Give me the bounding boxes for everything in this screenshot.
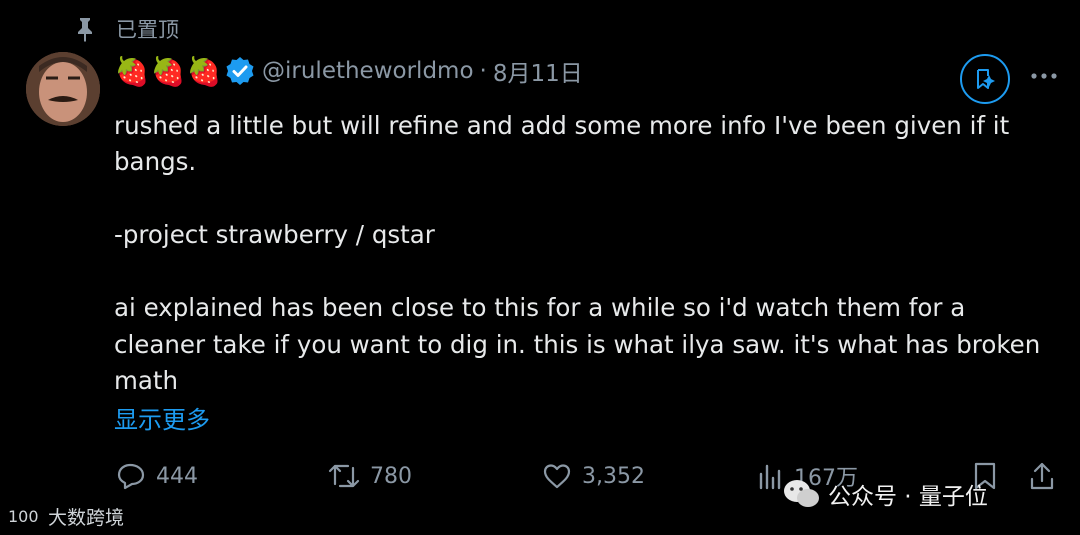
strawberry-emoji: 🍓 [150,54,186,88]
tweet-text-line: ai explained has been close to this for … [114,293,966,322]
tweet-text-line: cleaner take if you want to dig in. this… [114,330,1041,359]
pinned-label: 已置顶 [116,18,179,42]
grok-icon [977,69,995,89]
watermark-right: 公众号 · 量子位 [782,474,988,514]
reply-button[interactable]: 444 [116,458,198,494]
share-icon [1030,462,1054,490]
watermark-right-text: 公众号 · 量子位 [828,484,988,510]
share-button[interactable] [1028,458,1056,494]
avatar[interactable] [26,52,100,126]
more-icon [1031,73,1057,79]
views-icon [759,464,781,490]
tweet-text-line: rushed a little but will refine and add … [114,111,1010,140]
show-more-link[interactable]: 显示更多 [114,400,210,435]
watermark-logo-icon: 100 [8,507,39,526]
strawberry-emoji: 🍓 [114,54,150,88]
retweet-icon [328,464,360,488]
tweet-date[interactable]: 8月11日 [493,54,583,88]
more-options-button[interactable] [1028,60,1060,92]
grok-button[interactable] [960,54,1010,104]
svg-text:100: 100 [8,507,39,526]
wechat-icon [784,480,819,507]
tweet-text-line: math [114,366,179,395]
like-count: 3,352 [582,463,645,489]
separator-dot: · [479,58,487,84]
retweet-button[interactable]: 780 [328,458,412,494]
tweet-text-line: bangs. [114,147,197,176]
tweet-header: 🍓 🍓 🍓 @iruletheworldmo · 8月11日 [114,52,583,90]
reply-count: 444 [156,463,198,489]
like-button[interactable]: 3,352 [542,458,645,494]
strawberry-emoji: 🍓 [186,54,222,88]
user-handle[interactable]: @iruletheworldmo [262,58,474,84]
verified-badge-icon [224,55,256,87]
pinned-indicator: 已置顶 [72,14,179,44]
heart-icon [543,464,571,489]
pin-icon [72,15,98,43]
retweet-count: 780 [370,463,412,489]
tweet-text-line: -project strawberry / qstar [114,220,435,249]
watermark-left: 100 大数跨境 [8,500,124,532]
watermark-left-text: 大数跨境 [48,506,125,529]
reply-icon [117,463,145,490]
